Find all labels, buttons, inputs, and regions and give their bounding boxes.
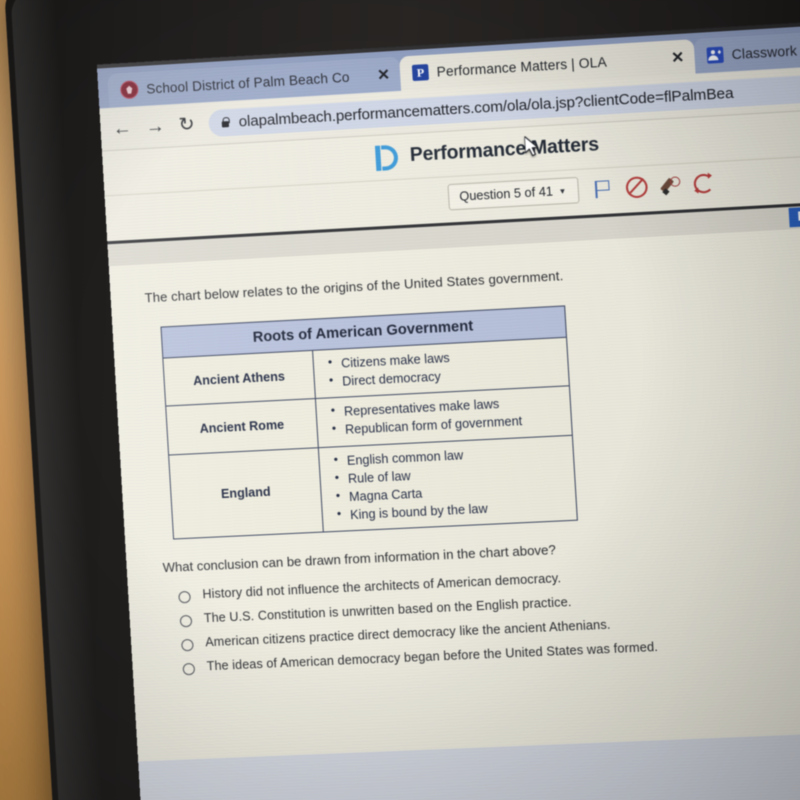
radio-button[interactable] [182,662,196,676]
radio-button[interactable] [179,614,193,628]
browser-tab-classwork[interactable]: Classwork fo [693,28,800,74]
stimulus-chart: Roots of American Government Ancient Ath… [160,305,578,540]
reload-icon[interactable]: ↻ [178,114,195,136]
item-content: The chart below relates to the origins o… [108,224,800,762]
photo-backdrop: School District of Palm Beach Co ✕ P Per… [0,0,800,800]
answer-options: History did not influence the architects… [178,557,800,676]
laptop-bezel: School District of Palm Beach Co ✕ P Per… [3,0,800,800]
chevron-down-icon: ▾ [559,185,566,196]
no-entry-icon[interactable] [625,175,649,199]
highlighter-pencil-icon[interactable] [660,175,681,195]
shield-icon [119,80,139,100]
chart-row-label: Ancient Athens [162,350,316,407]
chart-body: Ancient Athens Citizens make laws Direct… [162,337,578,540]
status-badge: PB_WINT_N [788,202,800,228]
radio-button[interactable] [178,590,191,604]
pm-p-logo-icon [374,143,402,172]
browser-tab-title: Performance Matters | OLA [436,53,608,80]
toolbar-icon-group [593,172,715,200]
close-icon[interactable]: ✕ [669,48,687,67]
radio-button[interactable] [181,638,194,652]
flag-icon[interactable] [593,179,614,199]
browser-tab-title: Classwork fo [731,42,800,62]
performance-matters-icon: P [411,64,430,82]
chart-row-label: Ancient Rome [165,398,319,455]
forward-icon[interactable]: → [145,115,165,137]
question-selector-label: Question 5 of 41 [458,184,554,204]
item-stem: The chart below relates to the origins o… [144,268,564,306]
chart-row-facts: English common law Rule of law Magna Car… [318,434,578,533]
lock-icon [220,116,230,129]
bezel-highlight [10,0,107,800]
app-brand-title: Performance Matters [409,134,600,167]
question-selector[interactable]: Question 5 of 41 ▾ [447,176,580,211]
laptop-screen: School District of Palm Beach Co ✕ P Per… [96,18,800,800]
web-page: Performance Matters Question 5 of 41 ▾ P… [101,107,800,800]
reset-refresh-icon[interactable] [693,172,715,194]
close-icon[interactable]: ✕ [375,65,393,84]
back-icon[interactable]: ← [112,117,132,139]
google-classroom-icon [706,46,724,64]
browser-tab-title: School District of Palm Beach Co [145,69,350,97]
chart-row-label: England [168,447,324,540]
